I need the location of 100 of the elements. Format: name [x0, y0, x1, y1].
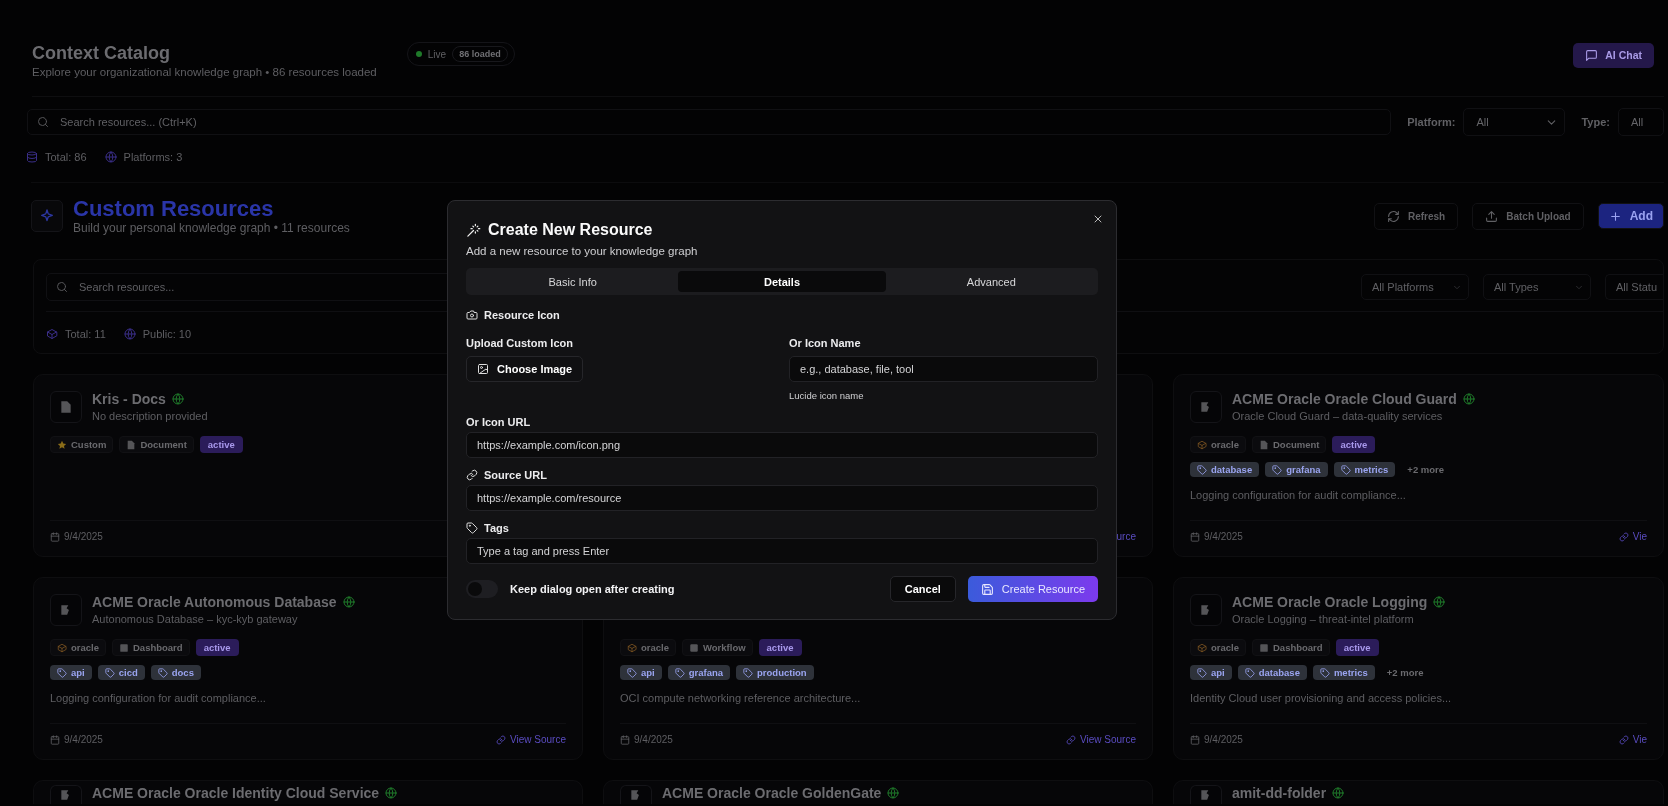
- globe-icon: [104, 151, 117, 163]
- tab[interactable]: Basic Info: [469, 271, 677, 292]
- more-tags-label: +2 more: [1406, 463, 1446, 477]
- globe-icon: [123, 328, 136, 340]
- live-label: Live: [427, 48, 447, 60]
- dashboard-icon: [1259, 642, 1269, 653]
- tag-chip: production: [736, 665, 814, 680]
- link-icon: [1066, 734, 1077, 745]
- dialog-subtitle: Add a new resource to your knowledge graph: [466, 245, 699, 257]
- dashboard-badge: Dashboard: [1252, 639, 1330, 656]
- filter-select[interactable]: All: [1463, 108, 1566, 136]
- wand-icon: [466, 222, 481, 238]
- tag-chip: api: [620, 665, 662, 680]
- tag-chip: metrics: [1333, 462, 1396, 477]
- page-title: Context Catalog: [32, 42, 171, 64]
- card-date: 9/4/2025: [64, 734, 103, 745]
- tag-chip: api: [1190, 665, 1232, 680]
- dashboard-badge: Dashboard: [112, 639, 190, 656]
- filter-label: Platform:: [1407, 116, 1456, 128]
- link-icon: [466, 469, 478, 481]
- input-field[interactable]: Type a tag and press Enter: [466, 538, 1098, 564]
- card-date: 9/4/2025: [1204, 531, 1243, 542]
- tag-icon: [627, 667, 637, 678]
- view-source-link[interactable]: urce: [1116, 531, 1136, 542]
- page-subtitle: Explore your organizational knowledge graph • 86 resources loaded: [32, 66, 377, 78]
- package-badge: oracle: [620, 639, 676, 656]
- status-badge: active: [1335, 639, 1379, 656]
- file-badge: Document: [119, 436, 194, 453]
- tag-icon: [57, 667, 67, 678]
- input-field[interactable]: https://example.com/resource: [466, 485, 1098, 511]
- close-icon[interactable]: [1092, 213, 1104, 225]
- card-description: Autonomous Database – kyc-kyb gateway: [92, 613, 299, 625]
- file-badge: Document: [1252, 436, 1327, 453]
- box-icon: [627, 642, 637, 653]
- stat-text: Platforms: 3: [123, 151, 183, 163]
- tag-icon: [1197, 464, 1207, 475]
- tab[interactable]: Details: [678, 271, 886, 292]
- field-hint: Lucide icon name: [789, 390, 865, 401]
- field-label: Upload Custom Icon: [466, 337, 574, 349]
- filter-select[interactable]: All Platforms: [1361, 274, 1470, 300]
- camera-icon: [466, 309, 478, 321]
- cancel-button[interactable]: Cancel: [889, 576, 956, 602]
- tag-icon: [157, 667, 168, 678]
- view-source-link[interactable]: View Source: [496, 734, 566, 745]
- card-title: Kris - Docs: [92, 391, 166, 407]
- upload-button[interactable]: Batch Upload: [1472, 202, 1584, 230]
- card-title: ACME Oracle Autonomous Database: [92, 594, 337, 610]
- toggle-label: Keep dialog open after creating: [510, 583, 675, 595]
- search-field[interactable]: Search resources... (Ctrl+K): [27, 109, 1392, 135]
- workflow-icon: [689, 642, 699, 653]
- filter-select[interactable]: All: [1618, 108, 1664, 136]
- input-field[interactable]: e.g., database, file, tool: [789, 356, 1098, 382]
- choose-image-button[interactable]: Choose Image: [466, 356, 584, 382]
- tab[interactable]: Advanced: [887, 271, 1095, 292]
- filter-select[interactable]: All Statu: [1605, 274, 1663, 300]
- search-icon: [56, 281, 68, 293]
- card-date: 9/4/2025: [634, 734, 673, 745]
- tag-chip: docs: [150, 665, 201, 680]
- section-subtitle: Build your personal knowledge graph • 11 resources: [73, 221, 350, 235]
- tag-chip: database: [1237, 665, 1307, 680]
- package-badge: oracle: [50, 639, 106, 656]
- tag-icon: [466, 522, 478, 534]
- card-title: ACME Oracle Oracle Cloud Guard: [1232, 391, 1457, 407]
- stat-text: Total: 86: [45, 151, 87, 163]
- box-icon: [1197, 642, 1207, 653]
- field-label: Tags: [484, 522, 509, 534]
- card-title: ACME Oracle Oracle Identity Cloud Service: [92, 785, 380, 801]
- field-label: Or Icon Name: [789, 337, 862, 349]
- document-icon: [1259, 439, 1269, 450]
- view-source-link[interactable]: Vie: [1618, 531, 1647, 542]
- status-dot: [415, 51, 422, 57]
- input-field[interactable]: https://example.com/icon.png: [466, 432, 1098, 458]
- view-source-link[interactable]: View Source: [1066, 734, 1136, 745]
- calendar-icon: [50, 734, 60, 745]
- card-summary: Logging configuration for audit compliance...: [50, 692, 267, 704]
- calendar-icon: [620, 734, 630, 745]
- filter-label: Type:: [1581, 116, 1610, 128]
- card-summary: Identity Cloud user provisioning and access policies...: [1190, 692, 1453, 704]
- stat-text: Public: 10: [142, 328, 192, 340]
- more-tags-label: +2 more: [1385, 666, 1425, 680]
- calendar-icon: [50, 531, 60, 542]
- ai-chat-button[interactable]: AI Chat: [1573, 42, 1654, 68]
- field-label: Source URL: [484, 469, 547, 481]
- view-source-link[interactable]: Vie: [1618, 734, 1647, 745]
- save-icon: [980, 582, 994, 596]
- create-resource-button[interactable]: Create Resource: [967, 576, 1098, 602]
- card-date: 9/4/2025: [64, 531, 103, 542]
- refresh-icon: [1386, 209, 1400, 223]
- calendar-icon: [1190, 531, 1200, 542]
- filter-select[interactable]: All Types: [1483, 274, 1592, 300]
- card-description: No description provided: [92, 410, 208, 422]
- tag-icon: [104, 667, 115, 678]
- tag-chip: metrics: [1312, 665, 1375, 680]
- add-button[interactable]: Add: [1597, 203, 1664, 229]
- chat-icon: [1585, 48, 1599, 62]
- tag-icon: [1272, 464, 1283, 475]
- card-date: 9/4/2025: [1204, 734, 1243, 745]
- package-badge: oracle: [1190, 639, 1246, 656]
- upload-icon: [1485, 209, 1499, 223]
- refresh-button[interactable]: Refresh: [1373, 202, 1459, 230]
